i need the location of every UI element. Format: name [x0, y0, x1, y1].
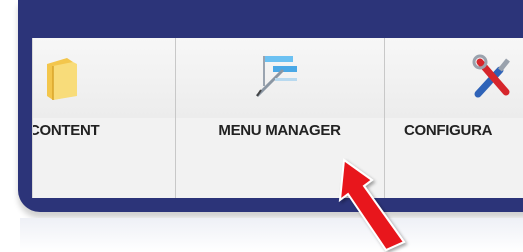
- toolbar-item-label: MENU MANAGER: [218, 122, 341, 139]
- menu-icon: [255, 56, 297, 98]
- toolbar-item-label: CONTENT: [32, 122, 100, 139]
- admin-toolbar: CONTENT MENU MANAGER CONFIGURA: [32, 38, 523, 198]
- toolbar-item-label: CONFIGURA: [404, 122, 493, 139]
- red-arrow-icon: [338, 158, 406, 252]
- toolbar-item-content[interactable]: CONTENT: [32, 38, 176, 198]
- reflection: [20, 218, 523, 252]
- folder-icon: [47, 58, 77, 100]
- tools-icon: [472, 54, 510, 98]
